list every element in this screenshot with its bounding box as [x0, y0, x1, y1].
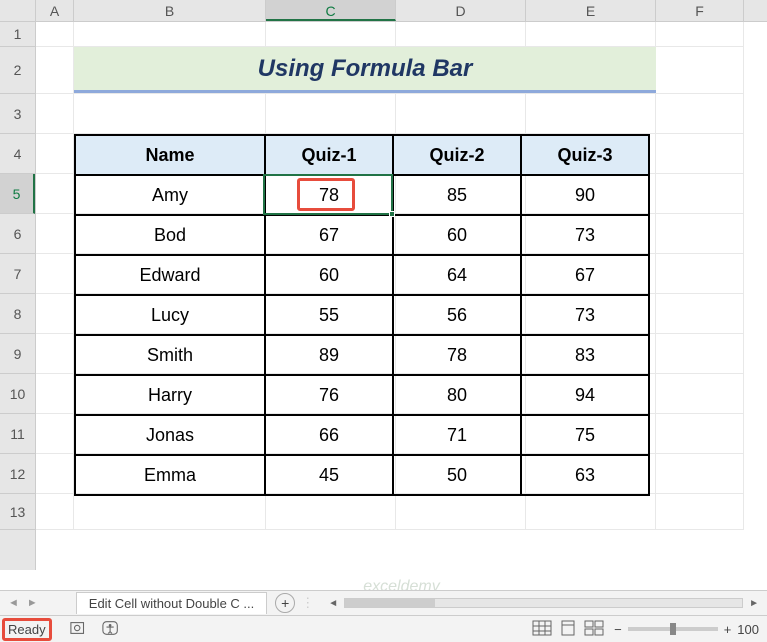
table-cell[interactable]: 50 — [393, 455, 521, 495]
table-cell[interactable]: 78 — [265, 175, 393, 215]
row-header-1[interactable]: 1 — [0, 22, 35, 47]
table-cell[interactable]: 80 — [393, 375, 521, 415]
table-header-quiz3[interactable]: Quiz-3 — [521, 135, 649, 175]
table-cell[interactable]: 67 — [265, 215, 393, 255]
table-cell[interactable]: Amy — [75, 175, 265, 215]
accessibility-icon[interactable] — [102, 620, 120, 639]
col-header-F[interactable]: F — [656, 0, 744, 21]
row-header-7[interactable]: 7 — [0, 254, 35, 294]
table-cell[interactable]: 73 — [521, 215, 649, 255]
row-header-8[interactable]: 8 — [0, 294, 35, 334]
scroll-left-icon[interactable]: ◄ — [328, 598, 338, 609]
zoom-slider[interactable] — [628, 627, 718, 631]
table-cell[interactable]: 83 — [521, 335, 649, 375]
col-header-C[interactable]: C — [266, 0, 396, 21]
table-cell[interactable]: 75 — [521, 415, 649, 455]
status-mode: Ready — [2, 618, 52, 641]
row-header-5[interactable]: 5 — [0, 174, 35, 214]
table-cell[interactable]: 78 — [393, 335, 521, 375]
row-header-11[interactable]: 11 — [0, 414, 35, 454]
table-cell[interactable]: Edward — [75, 255, 265, 295]
status-bar: Ready − + 100 — [0, 615, 767, 642]
sheet-tab-bar: ◄ ► Edit Cell without Double C ... + ⋮ ◄… — [0, 590, 767, 615]
table-cell[interactable]: 85 — [393, 175, 521, 215]
table-cell[interactable]: 60 — [393, 215, 521, 255]
table-cell[interactable]: 71 — [393, 415, 521, 455]
select-all-corner[interactable] — [0, 0, 36, 21]
tab-prev-icon[interactable]: ◄ — [8, 597, 19, 609]
page-layout-view-icon[interactable] — [558, 620, 578, 639]
table-cell[interactable]: Lucy — [75, 295, 265, 335]
table-cell[interactable]: 63 — [521, 455, 649, 495]
table-header-quiz1[interactable]: Quiz-1 — [265, 135, 393, 175]
table-cell[interactable]: 66 — [265, 415, 393, 455]
table-cell[interactable]: Emma — [75, 455, 265, 495]
table-cell[interactable]: Smith — [75, 335, 265, 375]
col-header-E[interactable]: E — [526, 0, 656, 21]
row-header-12[interactable]: 12 — [0, 454, 35, 494]
zoom-in-button[interactable]: + — [724, 622, 732, 637]
table-cell[interactable]: 55 — [265, 295, 393, 335]
table-cell[interactable]: 89 — [265, 335, 393, 375]
row-header-6[interactable]: 6 — [0, 214, 35, 254]
tab-next-icon[interactable]: ► — [27, 597, 38, 609]
table-header-quiz2[interactable]: Quiz-2 — [393, 135, 521, 175]
row-header-9[interactable]: 9 — [0, 334, 35, 374]
normal-view-icon[interactable] — [532, 620, 552, 639]
cell-grid[interactable]: Using Formula Bar Name Quiz-1 Quiz-2 Qui… — [36, 22, 767, 570]
table-cell[interactable]: 73 — [521, 295, 649, 335]
sheet-tab[interactable]: Edit Cell without Double C ... — [76, 592, 267, 614]
table-cell[interactable]: Bod — [75, 215, 265, 255]
merged-title-cell[interactable]: Using Formula Bar — [74, 47, 656, 93]
table-cell[interactable]: 76 — [265, 375, 393, 415]
add-sheet-button[interactable]: + — [275, 593, 295, 613]
table-cell[interactable]: 64 — [393, 255, 521, 295]
table-cell[interactable]: 67 — [521, 255, 649, 295]
row-header-13[interactable]: 13 — [0, 494, 35, 530]
table-cell[interactable]: 90 — [521, 175, 649, 215]
row-header-10[interactable]: 10 — [0, 374, 35, 414]
col-header-B[interactable]: B — [74, 0, 266, 21]
table-cell[interactable]: 45 — [265, 455, 393, 495]
table-cell[interactable]: 60 — [265, 255, 393, 295]
col-header-D[interactable]: D — [396, 0, 526, 21]
row-header-4[interactable]: 4 — [0, 134, 35, 174]
zoom-out-button[interactable]: − — [614, 622, 622, 637]
page-break-view-icon[interactable] — [584, 620, 604, 639]
row-header-col: 12345678910111213 — [0, 22, 36, 570]
scroll-thumb[interactable] — [345, 599, 435, 607]
table-cell[interactable]: 56 — [393, 295, 521, 335]
table-header-name[interactable]: Name — [75, 135, 265, 175]
horizontal-scrollbar[interactable]: ◄ ► — [320, 598, 767, 609]
table-cell[interactable]: 94 — [521, 375, 649, 415]
column-header-row: A B C D E F — [0, 0, 767, 22]
scroll-right-icon[interactable]: ► — [749, 598, 759, 609]
row-header-3[interactable]: 3 — [0, 94, 35, 134]
macro-record-icon[interactable] — [70, 620, 88, 639]
table-cell[interactable]: Jonas — [75, 415, 265, 455]
zoom-level[interactable]: 100 — [737, 622, 759, 637]
table-cell[interactable]: Harry — [75, 375, 265, 415]
row-header-2[interactable]: 2 — [0, 47, 35, 94]
col-header-A[interactable]: A — [36, 0, 74, 21]
data-table: Name Quiz-1 Quiz-2 Quiz-3 Amy788590Bod67… — [74, 134, 650, 496]
